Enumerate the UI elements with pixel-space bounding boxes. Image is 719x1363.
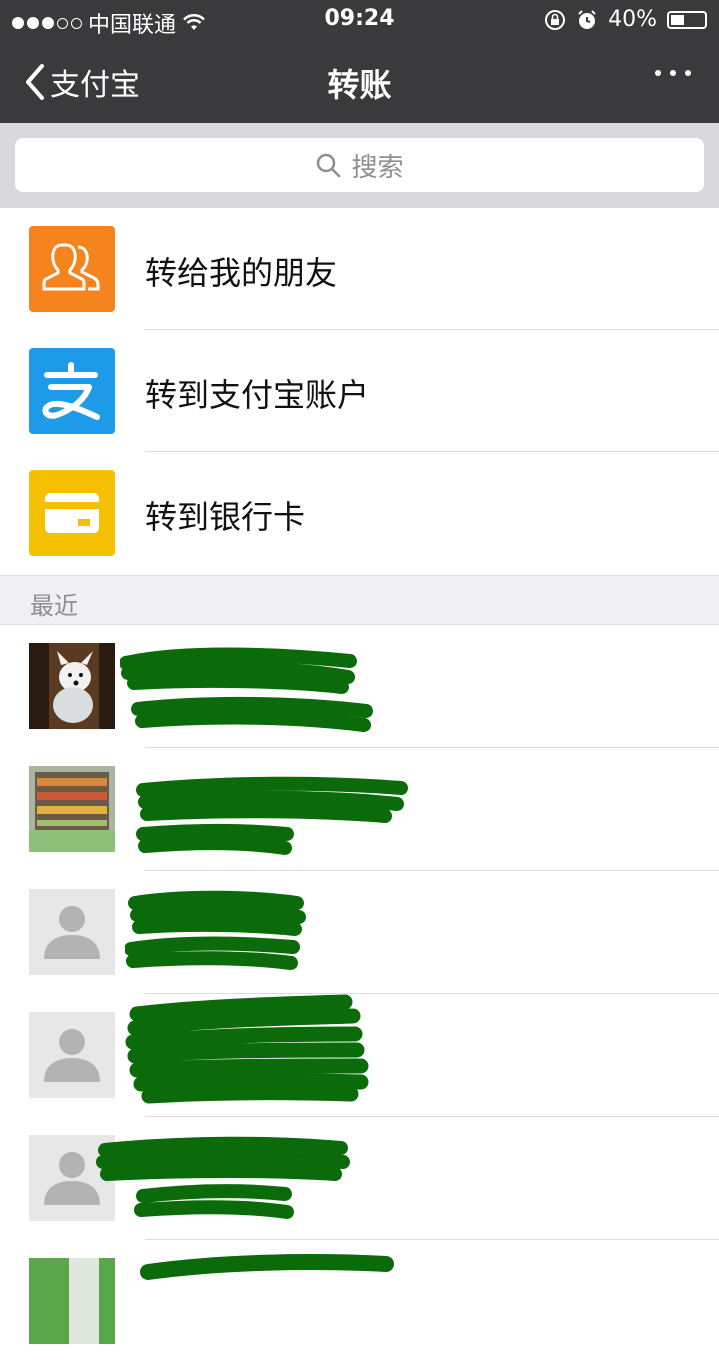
redacted-name-scribble bbox=[136, 776, 408, 855]
more-button[interactable] bbox=[655, 70, 691, 76]
avatar bbox=[29, 1012, 115, 1098]
alipay-icon bbox=[29, 348, 115, 434]
list-item[interactable] bbox=[0, 994, 719, 1117]
alarm-icon bbox=[578, 9, 596, 29]
avatar bbox=[29, 889, 115, 975]
rotation-lock-icon bbox=[545, 9, 566, 30]
search-icon bbox=[317, 153, 341, 178]
list-item[interactable] bbox=[0, 625, 719, 748]
redacted-name-scribble bbox=[96, 1136, 350, 1219]
friends-icon bbox=[29, 226, 115, 312]
search-area: 搜索 bbox=[0, 123, 719, 208]
menu-item-label: 转到银行卡 bbox=[145, 498, 306, 536]
menu-item-label: 转到支付宝账户 bbox=[145, 376, 370, 414]
section-header-label: 最近 bbox=[30, 592, 78, 620]
more-dot-icon bbox=[655, 70, 661, 76]
status-right: 40% bbox=[544, 7, 707, 32]
redacted-name-scribble bbox=[125, 994, 369, 1104]
section-header-recent: 最近 bbox=[0, 575, 719, 625]
avatar bbox=[29, 766, 115, 852]
menu-item-label: 转给我的朋友 bbox=[145, 254, 338, 292]
avatar bbox=[29, 1258, 115, 1344]
search-input[interactable]: 搜索 bbox=[15, 138, 704, 192]
default-person-icon bbox=[44, 906, 100, 959]
page-title: 转账 bbox=[327, 66, 392, 104]
menu-item-transfer-to-bank-card[interactable]: 转到银行卡 bbox=[0, 452, 719, 574]
bank-card-icon bbox=[29, 470, 115, 556]
recent-contacts-list bbox=[0, 625, 719, 1363]
search-placeholder: 搜索 bbox=[351, 152, 404, 183]
avatar bbox=[29, 643, 115, 729]
redacted-name-scribble bbox=[140, 1254, 394, 1280]
menu-item-transfer-to-alipay[interactable]: 转到支付宝账户 bbox=[0, 330, 719, 452]
redacted-name-scribble bbox=[120, 647, 373, 732]
list-item[interactable] bbox=[0, 871, 719, 994]
list-item[interactable] bbox=[0, 748, 719, 871]
battery-icon bbox=[667, 10, 707, 29]
default-person-icon bbox=[44, 1029, 100, 1082]
menu-item-transfer-to-friend[interactable]: 转给我的朋友 bbox=[0, 208, 719, 330]
transfer-menu: 转给我的朋友 转到支付宝账户 转到银行卡 bbox=[0, 208, 719, 574]
dog-photo bbox=[29, 643, 115, 729]
redacted-name-scribble bbox=[125, 890, 306, 970]
list-item[interactable] bbox=[0, 1117, 719, 1240]
list-item[interactable] bbox=[0, 1240, 719, 1363]
green-photo bbox=[29, 1258, 115, 1344]
status-bar: 中国联通 09:24 40% bbox=[0, 0, 719, 40]
battery-percent: 40% bbox=[608, 7, 657, 32]
navigation-bar: 支付宝 转账 bbox=[0, 40, 719, 123]
store-photo bbox=[29, 766, 115, 852]
